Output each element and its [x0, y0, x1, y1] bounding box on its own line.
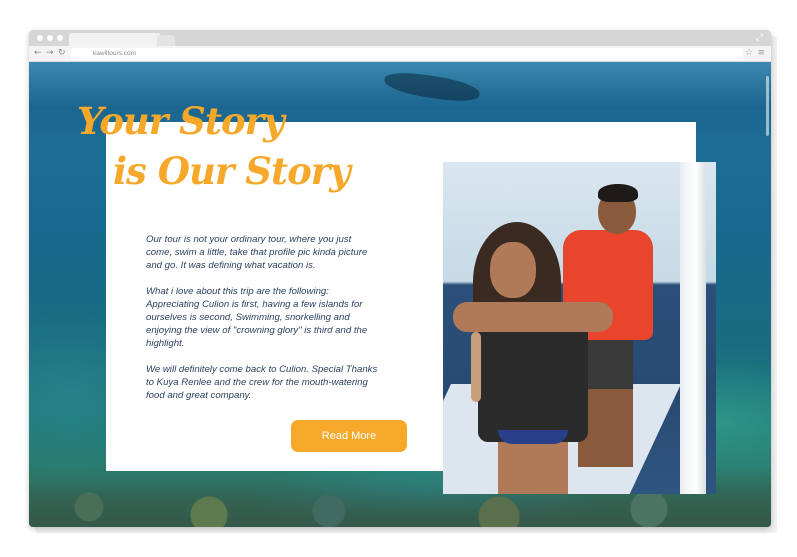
story-paragraph: We will definitely come back to Culion. … — [146, 364, 378, 401]
minimize-window-dot[interactable] — [47, 35, 53, 41]
hamburger-menu-icon[interactable]: ≡ — [757, 48, 765, 59]
woman-face — [490, 242, 536, 298]
browser-toolbar: ← → ↻ kawiltours.com ☆ ≡ — [29, 46, 771, 62]
new-tab[interactable] — [157, 35, 175, 46]
man-hair — [598, 184, 638, 202]
woman-arms — [453, 302, 613, 332]
woman-bikini — [498, 430, 568, 444]
close-window-dot[interactable] — [37, 35, 43, 41]
story-headline: Your Story is Our Story — [77, 96, 351, 196]
expand-icon[interactable]: ⤢ — [756, 33, 763, 43]
story-paragraph: Our tour is not your ordinary tour, wher… — [146, 234, 368, 271]
star-icon[interactable]: ☆ — [745, 48, 753, 59]
url-text: kawiltours.com — [93, 50, 136, 57]
browser-window: ⤢ ← → ↻ kawiltours.com ☆ ≡ Your Story is… — [29, 30, 771, 527]
tour-photo — [443, 162, 716, 494]
arrow-left-icon[interactable]: ← — [34, 48, 42, 59]
boat-mast — [680, 162, 706, 494]
reload-icon[interactable]: ↻ — [58, 48, 66, 59]
story-paragraph: What i love about this trip are the foll… — [146, 286, 368, 349]
address-bar[interactable]: kawiltours.com — [71, 48, 743, 60]
maximize-window-dot[interactable] — [57, 35, 63, 41]
title-bar: ⤢ — [29, 30, 771, 46]
headline-line-2: is Our Story — [113, 149, 351, 193]
story-text: Our tour is not your ordinary tour, wher… — [146, 233, 378, 415]
browser-tab[interactable] — [69, 33, 161, 46]
caught-fish — [471, 332, 481, 402]
page-scrollbar[interactable] — [766, 76, 769, 136]
headline-line-1: Your Story — [77, 99, 285, 143]
arrow-right-icon[interactable]: → — [46, 48, 54, 59]
read-more-button[interactable]: Read More — [291, 420, 407, 452]
